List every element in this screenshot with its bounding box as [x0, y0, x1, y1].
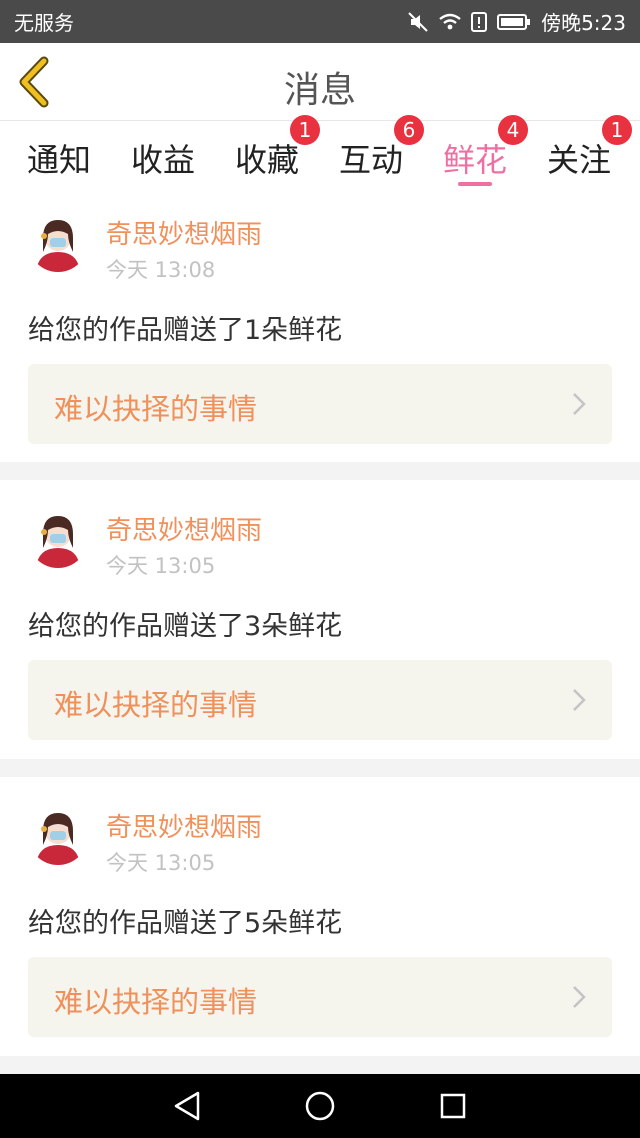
count-badge: 1 [602, 115, 632, 145]
avatar[interactable] [28, 805, 88, 865]
nav-recent-icon [441, 1093, 466, 1119]
mute-icon [407, 11, 429, 33]
count-badge: 6 [394, 115, 424, 145]
tab-notice[interactable]: 通知 [14, 121, 104, 196]
card-divider [0, 1056, 640, 1074]
chevron-right-icon [573, 393, 586, 415]
alert-icon [471, 11, 488, 32]
battery-icon [497, 13, 531, 31]
nav-back-button[interactable] [167, 1086, 207, 1126]
nav-home-icon [305, 1091, 335, 1121]
count-badge: 1 [290, 115, 320, 145]
message-text: 给您的作品赠送了5朵鲜花 [28, 908, 343, 939]
tab-favorites[interactable]: 收藏 1 [222, 115, 320, 196]
card-divider [0, 759, 640, 777]
chevron-right-icon [573, 689, 586, 711]
work-title: 难以抉择的事情 [54, 392, 258, 426]
work-title: 难以抉择的事情 [54, 985, 258, 1019]
wifi-icon [439, 13, 461, 31]
work-link[interactable]: 难以抉择的事情 [28, 364, 612, 444]
tab-label: 通知 [26, 141, 91, 179]
chevron-right-icon [573, 986, 586, 1008]
status-bar: 无服务 傍晚5:23 [0, 0, 640, 43]
page-title: 消息 [283, 70, 356, 111]
nav-back-icon [174, 1091, 199, 1121]
message-card: 奇思妙想烟雨 今天 13:05 给您的作品赠送了5朵鲜花 难以抉择的事情 [0, 777, 640, 1056]
system-nav-bar [0, 1074, 640, 1138]
avatar[interactable] [28, 212, 88, 272]
tab-income[interactable]: 收益 [118, 121, 208, 196]
sender-name[interactable]: 奇思妙想烟雨 [106, 214, 262, 251]
header: 消息 [0, 43, 640, 121]
message-time: 今天 13:05 [106, 554, 216, 578]
message-time: 今天 13:08 [106, 258, 216, 282]
nav-recent-button[interactable] [433, 1086, 473, 1126]
message-text: 给您的作品赠送了1朵鲜花 [28, 315, 343, 346]
tab-label: 收益 [130, 141, 195, 179]
message-card: 奇思妙想烟雨 今天 13:08 给您的作品赠送了1朵鲜花 难以抉择的事情 [0, 196, 640, 462]
message-time: 今天 13:05 [106, 851, 216, 875]
active-tab-indicator [458, 182, 492, 186]
card-divider [0, 462, 640, 480]
work-link[interactable]: 难以抉择的事情 [28, 957, 612, 1037]
tab-follow[interactable]: 关注 1 [534, 115, 632, 196]
message-text: 给您的作品赠送了3朵鲜花 [28, 611, 343, 642]
avatar[interactable] [28, 508, 88, 568]
count-badge: 4 [498, 115, 528, 145]
message-card: 奇思妙想烟雨 今天 13:05 给您的作品赠送了3朵鲜花 难以抉择的事情 [0, 480, 640, 759]
status-time: 傍晚5:23 [541, 11, 626, 35]
tab-flowers[interactable]: 鲜花 4 [430, 115, 528, 196]
tab-interaction[interactable]: 互动 6 [326, 115, 424, 196]
work-link[interactable]: 难以抉择的事情 [28, 660, 612, 740]
sender-name[interactable]: 奇思妙想烟雨 [106, 807, 262, 844]
tab-bar: 通知 收益 收藏 1 互动 6 鲜花 4 关注 1 [0, 115, 640, 196]
work-title: 难以抉择的事情 [54, 688, 258, 722]
nav-home-button[interactable] [300, 1086, 340, 1126]
carrier-text: 无服务 [14, 11, 74, 35]
sender-name[interactable]: 奇思妙想烟雨 [106, 510, 262, 547]
